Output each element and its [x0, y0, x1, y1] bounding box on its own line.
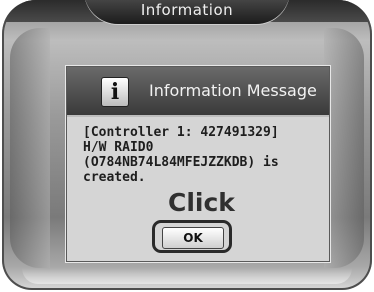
left-frame [10, 28, 50, 268]
bottom-bevel [22, 268, 352, 284]
message-line: (O784NB74L84MFEJZZKDB) is [83, 155, 279, 170]
panel-title: Information Message [149, 81, 317, 100]
right-frame [324, 28, 364, 268]
info-icon: i [101, 77, 129, 107]
message-line: [Controller 1: 427491329] [83, 125, 279, 140]
click-annotation: Click [168, 188, 235, 217]
message-text: [Controller 1: 427491329] H/W RAID0 (O78… [83, 125, 323, 185]
message-line: H/W RAID0 [83, 140, 154, 155]
window-title: Information [140, 1, 234, 19]
ok-button[interactable]: OK [162, 227, 224, 249]
information-dialog: Information i Information Message [Contr… [2, 0, 372, 290]
panel-header: i Information Message [67, 67, 329, 117]
message-line: created. [83, 170, 146, 185]
